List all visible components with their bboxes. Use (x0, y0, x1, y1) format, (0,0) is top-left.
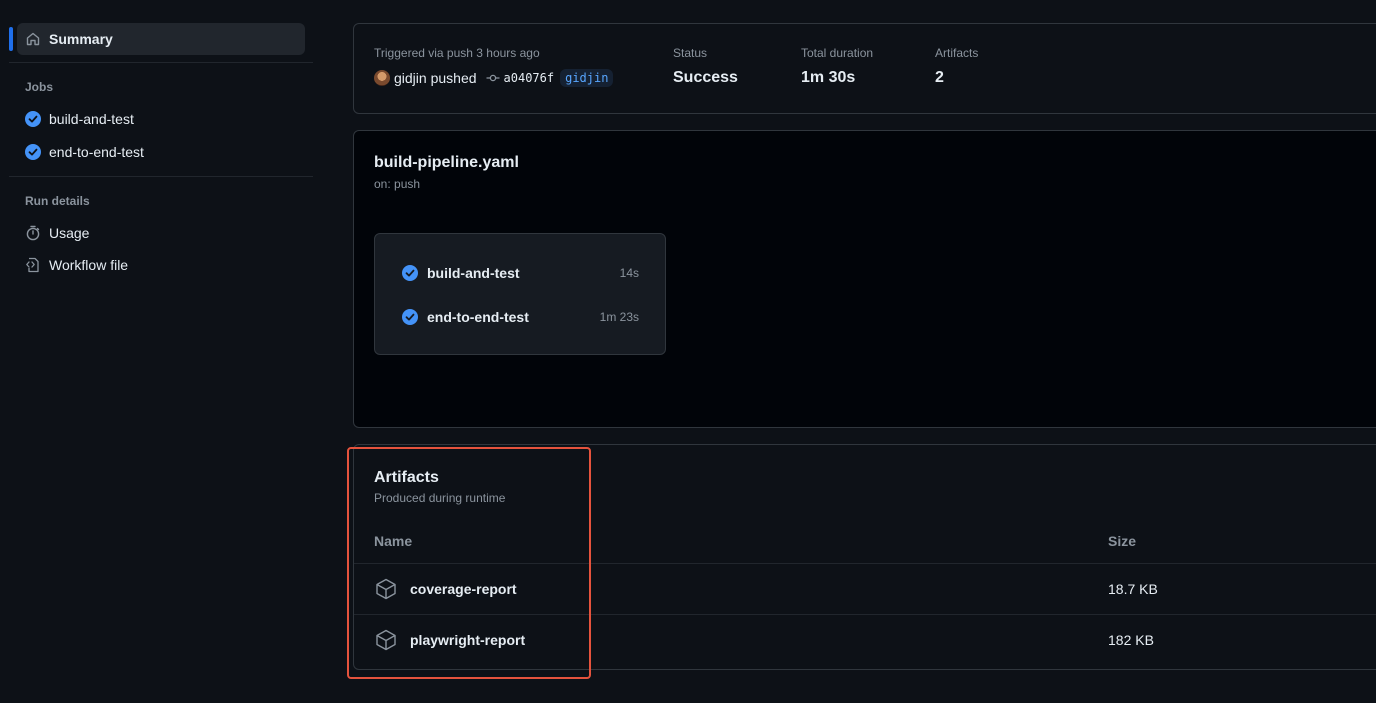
row-divider (354, 614, 1376, 615)
duration-value: 1m 30s (801, 69, 856, 86)
status-value: Success (673, 69, 738, 86)
artifact-size: 182 KB (1108, 632, 1154, 648)
trigger-info: Triggered via push 3 hours ago gidjin pu… (374, 46, 614, 87)
job-name: build-and-test (427, 265, 520, 281)
sidebar-item-label: Summary (49, 31, 113, 47)
package-icon (374, 628, 398, 652)
git-commit-icon (486, 73, 500, 83)
check-circle-icon (402, 309, 418, 325)
avatar[interactable] (374, 70, 390, 86)
status-label: Status (673, 46, 708, 60)
row-divider (354, 563, 1376, 564)
sidebar-item-label: Usage (49, 225, 90, 241)
table-row: playwright-report 182 KB (374, 625, 1374, 655)
table-row: coverage-report 18.7 KB (374, 574, 1374, 604)
trigger-label: Triggered via push 3 hours ago (374, 46, 540, 60)
artifacts-count-value[interactable]: 2 (935, 69, 978, 87)
graph-job-end-to-end-test[interactable]: end-to-end-test 1m 23s (402, 307, 639, 327)
jobs-heading: Jobs (25, 80, 54, 94)
artifact-link-coverage-report[interactable]: coverage-report (410, 581, 517, 597)
branch-label[interactable]: gidjin (560, 69, 614, 87)
active-indicator (9, 27, 13, 51)
sidebar-item-summary[interactable]: Summary (17, 23, 305, 55)
check-circle-icon (25, 111, 41, 127)
status-info: Status Success (673, 46, 738, 87)
column-header-name: Name (374, 533, 413, 549)
artifacts-title: Artifacts (374, 469, 439, 486)
sidebar: Summary Jobs build-and-test end-to-end-t… (0, 0, 330, 703)
jobs-group: build-and-test 14s end-to-end-test 1m 23… (374, 233, 666, 355)
file-code-icon (25, 257, 41, 273)
commit-sha-link[interactable]: a04076f (504, 71, 555, 85)
job-duration: 14s (619, 266, 639, 280)
stopwatch-icon (25, 225, 41, 241)
trigger-row: gidjin pushed a04076f gidjin (374, 69, 614, 87)
check-circle-icon (25, 144, 41, 160)
artifacts-count-label: Artifacts (935, 46, 979, 60)
artifact-size: 18.7 KB (1108, 581, 1158, 597)
sidebar-item-build-and-test[interactable]: build-and-test (17, 104, 305, 134)
divider (9, 62, 313, 63)
column-header-size: Size (1108, 533, 1137, 549)
actor-name[interactable]: gidjin (394, 70, 427, 86)
graph-job-build-and-test[interactable]: build-and-test 14s (402, 263, 639, 283)
run-details-heading: Run details (25, 194, 90, 208)
artifacts-card: Artifacts Produced during runtime Name S… (353, 444, 1376, 670)
sidebar-item-label: build-and-test (49, 111, 134, 127)
artifacts-subtitle: Produced during runtime (374, 491, 506, 505)
package-icon (374, 577, 398, 601)
job-name: end-to-end-test (427, 309, 529, 325)
sidebar-item-label: Workflow file (49, 257, 129, 273)
artifact-link-playwright-report[interactable]: playwright-report (410, 632, 525, 648)
run-summary-card: Triggered via push 3 hours ago gidjin pu… (353, 23, 1376, 114)
duration-info: Total duration 1m 30s (801, 46, 873, 87)
sidebar-item-workflow-file[interactable]: Workflow file (17, 250, 305, 280)
job-duration: 1m 23s (599, 310, 639, 324)
home-icon (25, 31, 41, 47)
duration-label: Total duration (801, 46, 874, 60)
sidebar-item-usage[interactable]: Usage (17, 218, 305, 248)
sidebar-item-end-to-end-test[interactable]: end-to-end-test (17, 137, 305, 167)
workflow-trigger: on: push (374, 177, 421, 191)
action-text: pushed (430, 70, 477, 86)
sidebar-item-label: end-to-end-test (49, 144, 144, 160)
artifacts-info: Artifacts 2 (935, 46, 978, 87)
workflow-file-title: build-pipeline.yaml (374, 154, 519, 171)
check-circle-icon (402, 265, 418, 281)
divider (9, 176, 313, 177)
workflow-graph-card: build-pipeline.yaml on: push build-and-t… (353, 130, 1376, 428)
